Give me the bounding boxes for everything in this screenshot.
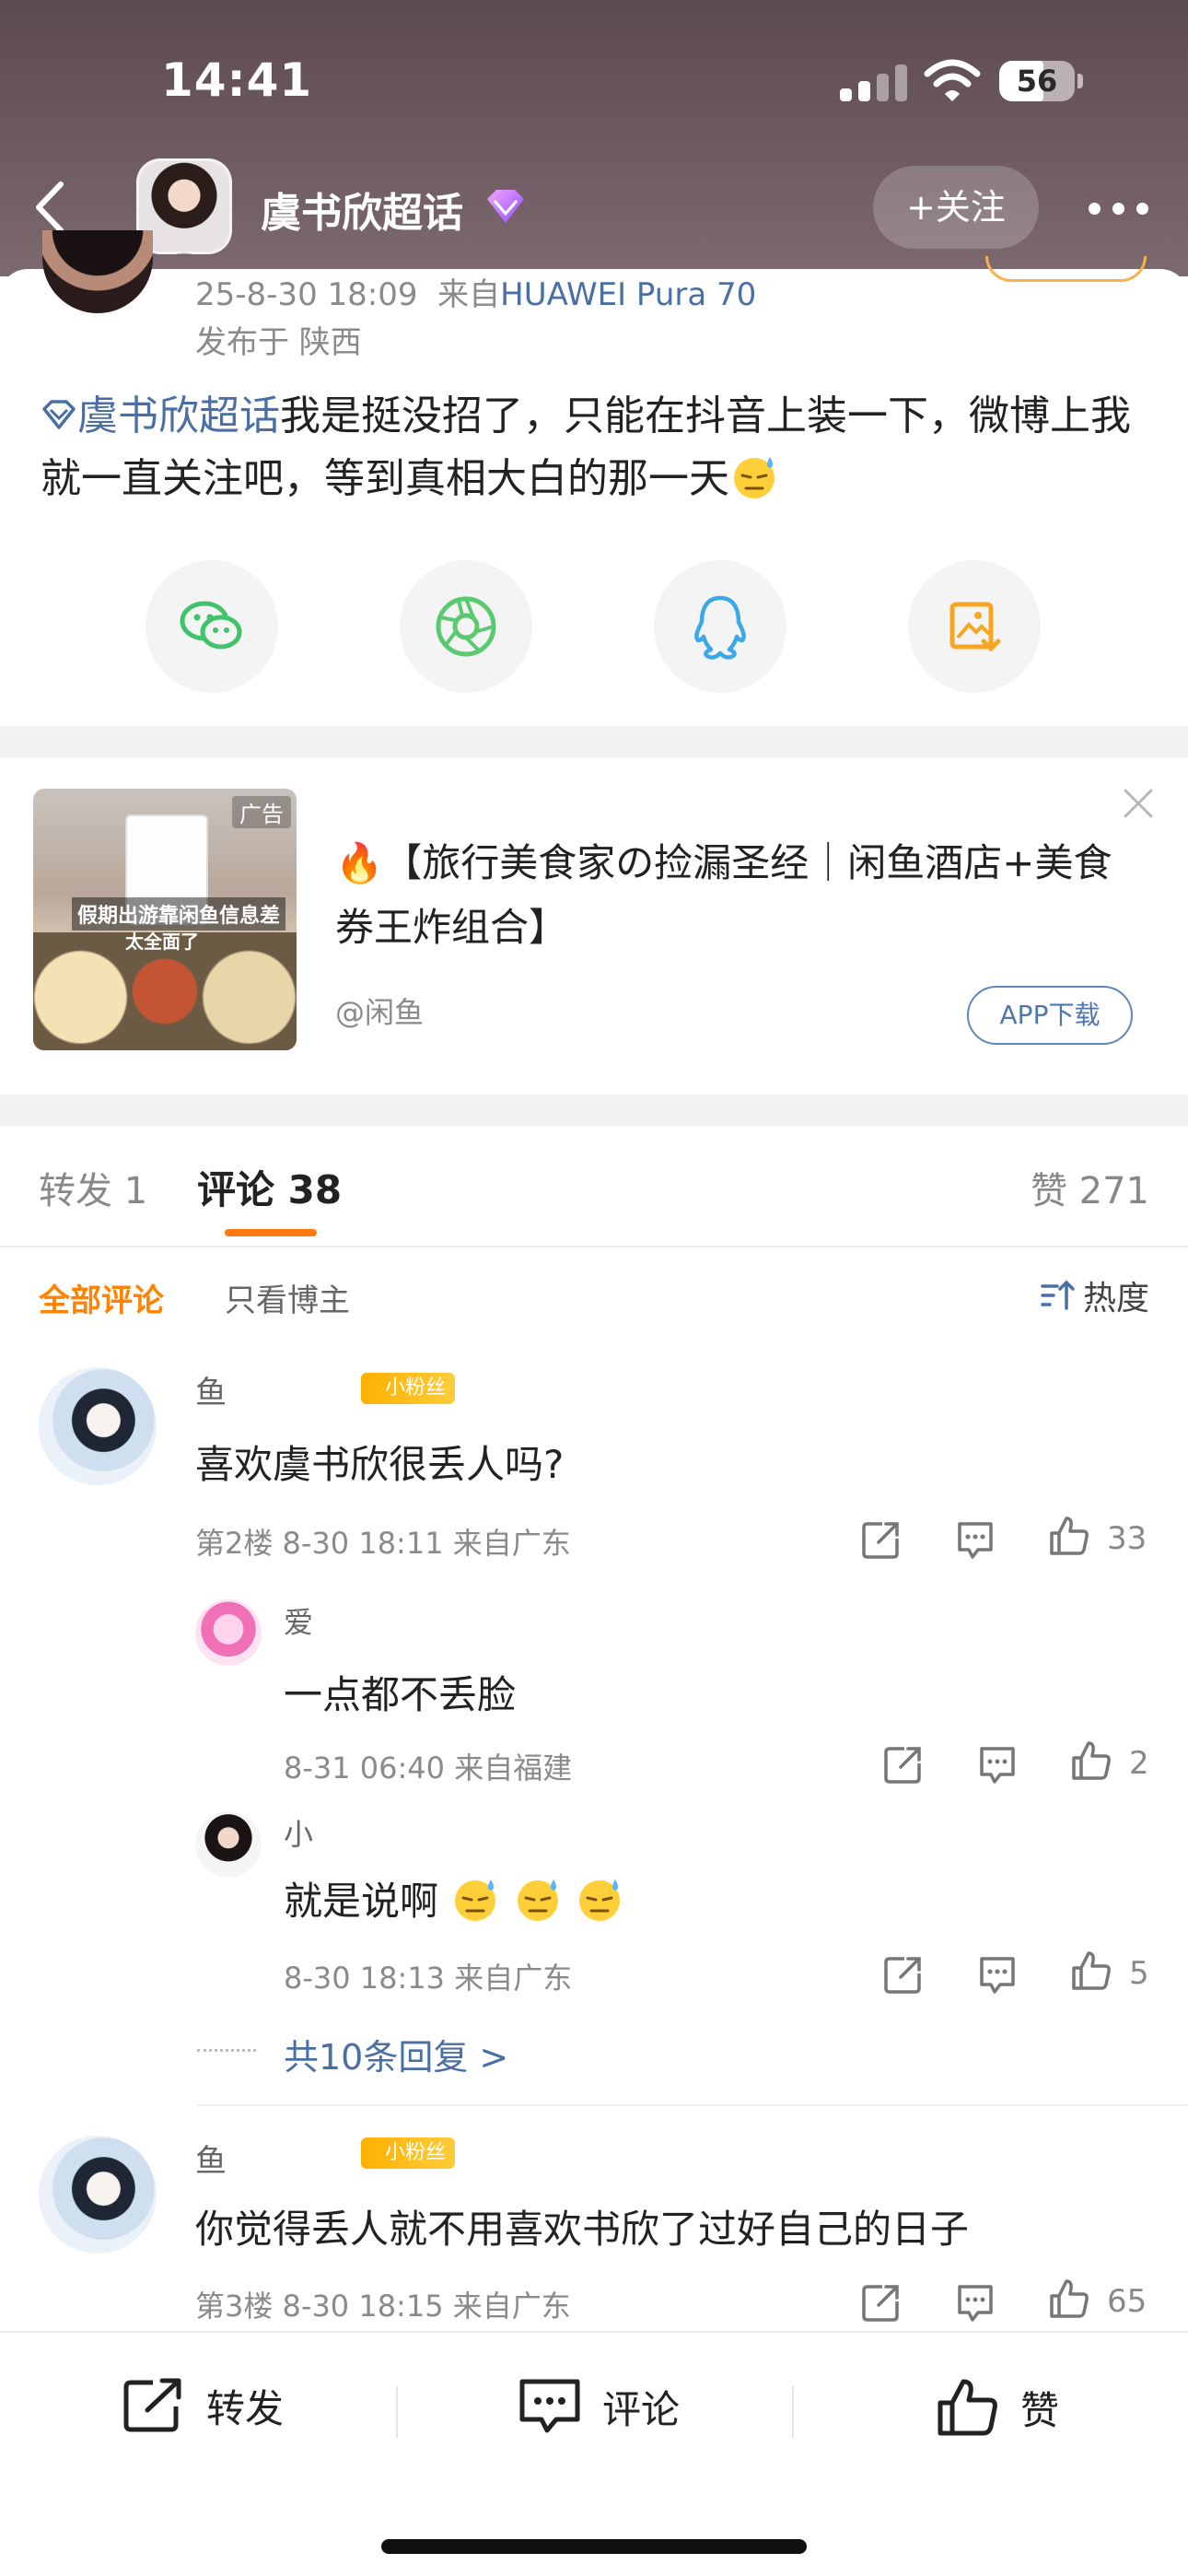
sort-button[interactable]: 热度 — [1039, 1271, 1149, 1319]
tab-comments[interactable]: 评论 38 — [197, 1159, 342, 1215]
commenter-name[interactable]: 鱼 — [195, 1367, 227, 1412]
section-gap — [0, 1095, 1188, 1126]
ad-image-caption: 假期出游靠闲鱼信息差 — [72, 897, 286, 931]
reply-text: 就是说啊 — [284, 1870, 624, 1926]
comment-meta: 第2楼 8-30 18:11 来自广东 — [195, 1526, 571, 1561]
sort-label: 热度 — [1082, 1280, 1149, 1317]
comment-button[interactable]: 评论 — [518, 2377, 680, 2436]
share-wechat-button[interactable] — [146, 560, 278, 693]
qq-icon — [694, 595, 746, 660]
comment-reply-icon[interactable] — [954, 1518, 996, 1561]
save-image-icon — [949, 602, 1001, 652]
reply-like-icon[interactable] — [1070, 1739, 1112, 1782]
supertopic-diamond-icon — [42, 400, 76, 429]
divider — [0, 1246, 1188, 1247]
reply-meta: 8-31 06:40 来自福建 — [284, 1751, 573, 1786]
cellular-signal-icon — [840, 64, 910, 101]
battery-indicator: 56 — [999, 61, 1075, 101]
reply-text: 一点都不丢脸 — [284, 1672, 517, 1717]
ad-badge: 广告 — [232, 796, 291, 828]
post-text: 虞书欣超话我是挺没招了，只能在抖音上装一下，微博上我就一直关注吧，等到真相大白的… — [41, 392, 1131, 502]
filter-all-comments[interactable]: 全部评论 — [39, 1275, 164, 1320]
replier-avatar[interactable] — [195, 1599, 262, 1666]
tab-repost[interactable]: 转发 1 — [39, 1161, 147, 1214]
tab-likes[interactable]: 赞 271 — [1031, 1161, 1149, 1214]
comment-like-icon[interactable] — [1048, 2277, 1090, 2320]
home-indicator — [381, 2539, 807, 2554]
follow-outline-peek — [985, 256, 1147, 282]
section-gap — [0, 726, 1188, 757]
diamond-badge-icon — [487, 190, 524, 223]
wifi-icon — [924, 59, 981, 101]
repost-button[interactable]: 转发 — [122, 2377, 284, 2434]
more-replies-link[interactable]: 共10条回复 > — [284, 2029, 508, 2079]
comment-share-icon[interactable] — [860, 2281, 903, 2324]
more-replies-dots — [197, 2049, 256, 2053]
repost-icon — [123, 2378, 181, 2432]
moments-icon — [436, 596, 496, 657]
comment-text: 喜欢虞书欣很丢人吗? — [195, 1442, 565, 1487]
fan-badge: 小粉丝 — [361, 2137, 456, 2169]
repost-label: 转发 — [206, 2385, 285, 2431]
reply-meta: 8-30 18:13 来自广东 — [284, 1961, 573, 1996]
battery-level: 56 — [1016, 64, 1058, 99]
like-label: 赞 — [1020, 2387, 1060, 2433]
reply-share-icon[interactable] — [882, 1743, 925, 1786]
divider — [396, 2386, 398, 2438]
commenter-name[interactable]: 鱼 — [195, 2136, 227, 2181]
comment-like-count: 33 — [1107, 1520, 1147, 1557]
ad-image[interactable]: 假期出游靠闲鱼信息差 太全面了 广告 — [33, 789, 297, 1050]
page-title[interactable]: 虞书欣超话 — [261, 180, 463, 239]
close-icon[interactable] — [1120, 785, 1157, 822]
ad-title[interactable]: 🔥【旅行美食家の捡漏圣经｜闲鱼酒店+美食券王炸组合】 — [335, 831, 1146, 960]
commenter-avatar[interactable] — [39, 1367, 157, 1485]
follow-button[interactable]: +关注 — [873, 166, 1039, 249]
tab-active-indicator — [225, 1229, 317, 1236]
post-time-device: 25-8-30 18:09 来自HUAWEI Pura 70 — [195, 276, 757, 313]
device-link[interactable]: HUAWEI Pura 70 — [500, 276, 756, 313]
wechat-icon — [180, 601, 242, 650]
commenter-avatar[interactable] — [39, 2136, 157, 2254]
reply-comment-icon[interactable] — [976, 1743, 1019, 1786]
ad-source[interactable]: @闲鱼 — [335, 989, 424, 1032]
app-download-button[interactable]: APP下载 — [967, 986, 1133, 1045]
comment-divider — [197, 2104, 1188, 2106]
comment-text: 你觉得丢人就不用喜欢书欣了过好自己的日子 — [195, 2207, 970, 2252]
share-moments-button[interactable] — [400, 560, 532, 693]
sweat-emoji-icon — [579, 1879, 621, 1921]
more-options-icon[interactable] — [1087, 193, 1151, 221]
ad-image-caption-2: 太全面了 — [125, 931, 199, 953]
filter-author-only[interactable]: 只看博主 — [225, 1275, 350, 1320]
reply-like-count: 5 — [1129, 1955, 1149, 1992]
share-qq-button[interactable] — [654, 560, 786, 693]
like-button[interactable]: 赞 — [936, 2377, 1059, 2438]
reply-like-count: 2 — [1129, 1745, 1149, 1782]
reply-share-icon[interactable] — [882, 1953, 925, 1996]
replier-name[interactable]: 爱 — [284, 1599, 313, 1642]
replier-name[interactable]: 小 — [284, 1811, 313, 1854]
divider — [792, 2386, 794, 2438]
comment-meta: 第3楼 8-30 18:15 来自广东 — [195, 2289, 571, 2324]
comment-share-icon[interactable] — [860, 1518, 903, 1561]
comment-reply-icon[interactable] — [954, 2281, 996, 2324]
comment-like-count: 65 — [1107, 2283, 1147, 2320]
comment-like-icon[interactable] — [1048, 1515, 1090, 1557]
sweat-emoji-icon — [517, 1879, 558, 1921]
fan-badge: 小粉丝 — [361, 1373, 456, 1404]
reply-like-icon[interactable] — [1070, 1950, 1112, 1992]
save-image-button[interactable] — [908, 560, 1041, 693]
like-icon — [938, 2379, 997, 2436]
sweat-emoji-icon — [734, 457, 775, 498]
topic-link[interactable]: 虞书欣超话 — [77, 392, 280, 439]
reply-comment-icon[interactable] — [976, 1953, 1019, 1996]
comment-label: 评论 — [602, 2386, 681, 2432]
sweat-emoji-icon — [455, 1879, 496, 1921]
post-location: 发布于 陕西 — [195, 324, 362, 361]
comment-icon — [519, 2379, 580, 2433]
status-time: 14:41 — [161, 53, 313, 107]
battery-tip — [1077, 74, 1083, 88]
replier-avatar[interactable] — [195, 1811, 262, 1878]
sort-icon — [1041, 1280, 1075, 1310]
